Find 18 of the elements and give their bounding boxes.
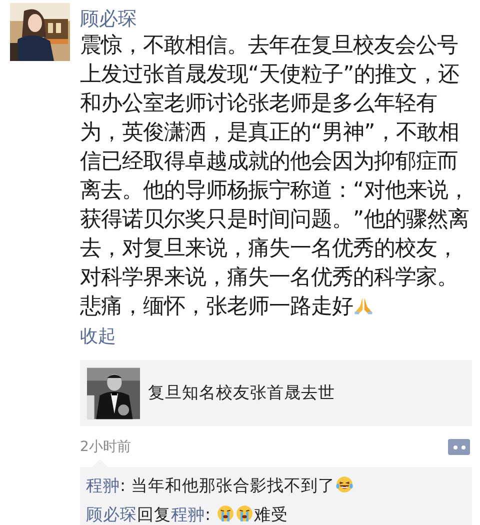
post-text: 震惊，不敢相信。去年在复旦校友会公号上发过张首晟发现“天使粒子”的推文，还和办公室老师讨论张老师是多么年轻有为，英俊潇洒，是真正的“男神”，不敢相信已经取得卓越成就的他会因为抑郁症而离去。他的导师杨振宁称道：“对他来说，获得诺贝尔奖只是时间问题。”他的骤然离去，对复旦来说，痛失一名优秀的校友，对科学界来说，痛失一名优秀的科学家。悲痛，缅怀，张老师一路走好 (80, 32, 470, 321)
commenter-name[interactable]: 程翀 (171, 505, 205, 524)
commenter-name[interactable]: 程翀 (86, 476, 120, 495)
comment-text: : 当年和他那张合影找不到了 (120, 476, 335, 495)
comment-text: 回复 (137, 505, 171, 524)
crying-face-icon (216, 504, 235, 523)
comment-text: : (205, 505, 212, 524)
collapse-link[interactable]: 收起 (80, 325, 116, 349)
comment-button[interactable] (448, 439, 470, 455)
more-icon (452, 444, 466, 450)
commenter-name[interactable]: 顾必琛 (86, 505, 137, 524)
author-name[interactable]: 顾必琛 (80, 3, 472, 31)
timestamp: 2小时前 (80, 438, 131, 456)
crying-face-icon (234, 504, 254, 523)
shared-link-card[interactable]: 复旦知名校友张首晟去世 (80, 360, 472, 426)
comment-text: 难受 (254, 505, 288, 524)
laughing-face-icon (334, 475, 354, 494)
link-title: 复旦知名校友张首晟去世 (148, 382, 335, 404)
